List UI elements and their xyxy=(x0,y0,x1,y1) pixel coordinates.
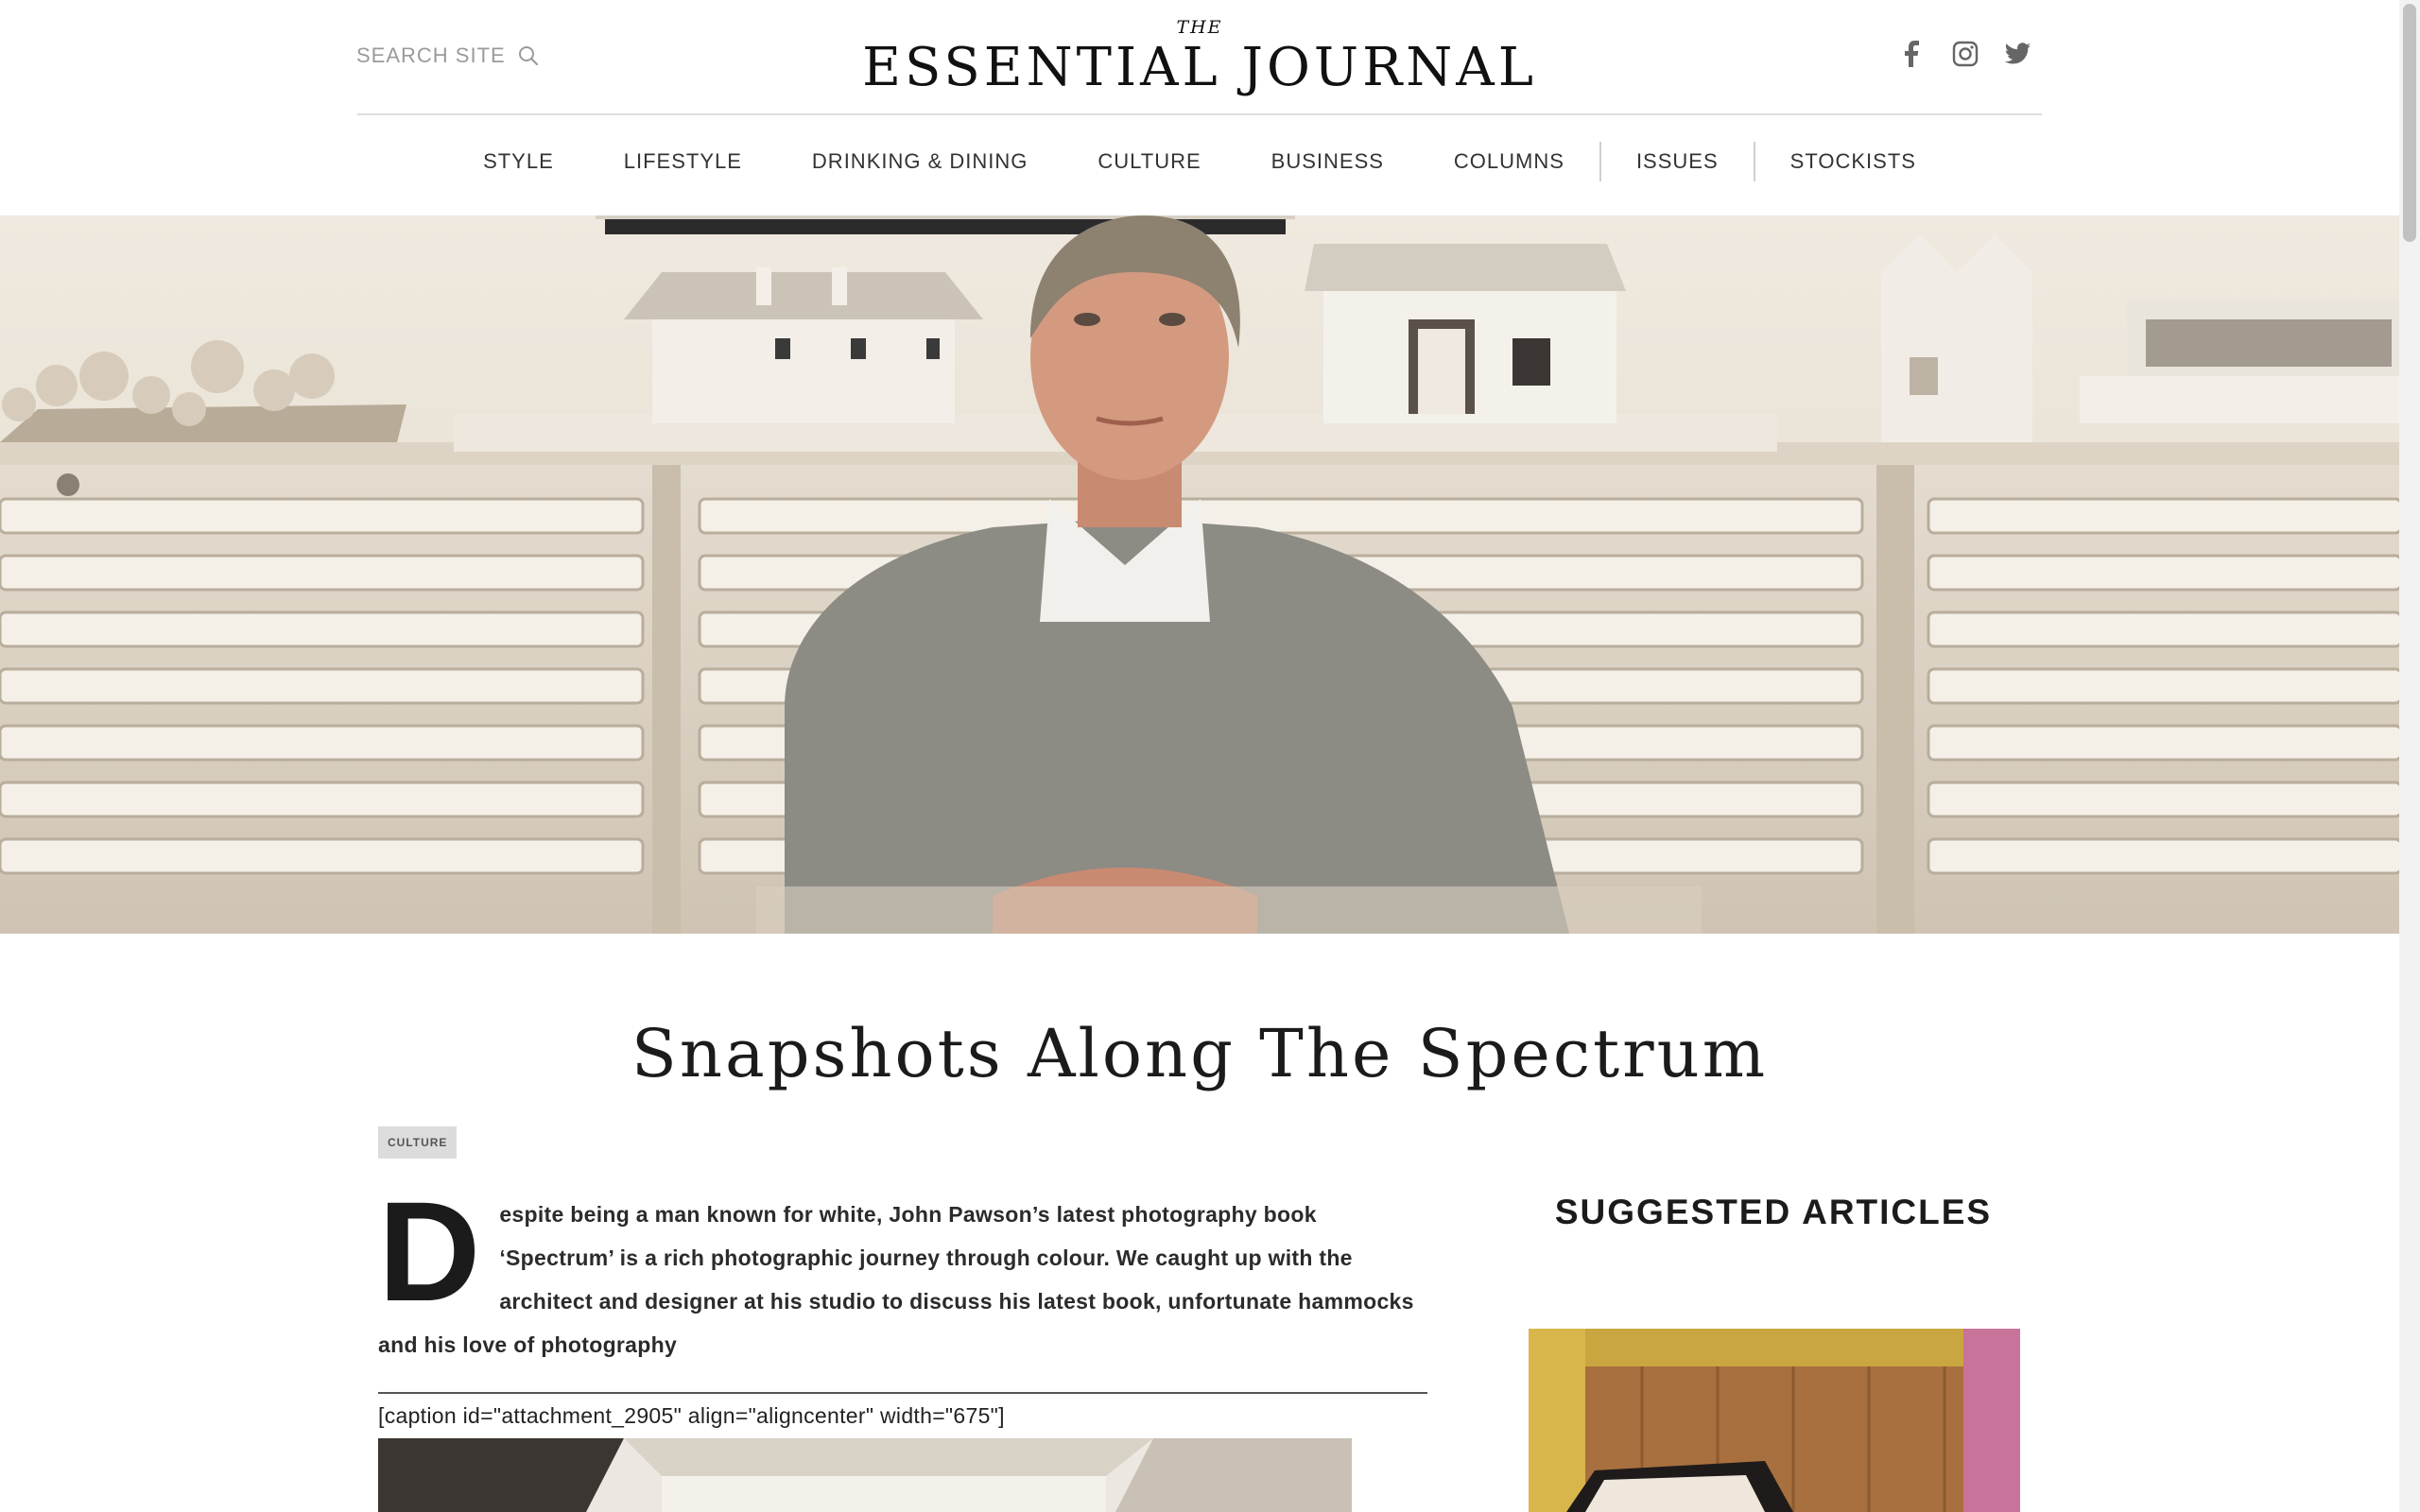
nav-item-business[interactable]: BUSINESS xyxy=(1236,149,1419,174)
main-nav: STYLE LIFESTYLE DRINKING & DINING CULTUR… xyxy=(0,142,2399,181)
article-image xyxy=(378,1438,1352,1512)
instagram-icon[interactable] xyxy=(1951,40,1979,68)
nav-item-lifestyle[interactable]: LIFESTYLE xyxy=(589,149,777,174)
suggested-articles-heading: SUGGESTED ARTICLES xyxy=(1554,1193,1993,1231)
nav-item-stockists[interactable]: STOCKISTS xyxy=(1755,149,1951,174)
logo-the[interactable]: THE xyxy=(0,17,2399,38)
suggested-article-image[interactable] xyxy=(1529,1329,2020,1512)
site-logo[interactable]: THE ESSENTIAL JOURNAL xyxy=(0,17,2399,98)
nav-item-columns[interactable]: COLUMNS xyxy=(1419,149,1599,174)
twitter-icon[interactable] xyxy=(2004,40,2032,68)
header-divider xyxy=(357,113,2042,115)
logo-title[interactable]: ESSENTIAL JOURNAL xyxy=(0,38,2399,98)
facebook-icon[interactable] xyxy=(1898,40,1927,68)
category-tag[interactable]: CULTURE xyxy=(378,1126,458,1159)
nav-item-style[interactable]: STYLE xyxy=(448,149,589,174)
article-intro: D espite being a man known for white, Jo… xyxy=(378,1172,1427,1366)
page-scrollbar[interactable] xyxy=(2399,0,2420,1512)
intro-text: espite being a man known for white, John… xyxy=(378,1202,1414,1357)
drop-cap: D xyxy=(378,1172,481,1331)
article-title: Snapshots Along The Spectrum xyxy=(631,1015,1769,1092)
site-header: SEARCH SITE THE ESSENTIAL JOURNAL STYLE … xyxy=(0,0,2399,215)
social-links xyxy=(1898,40,2032,68)
scrollbar-thumb[interactable] xyxy=(2403,4,2416,242)
nav-item-culture[interactable]: CULTURE xyxy=(1063,149,1236,174)
hero-image xyxy=(0,215,2399,934)
nav-item-drinking-dining[interactable]: DRINKING & DINING xyxy=(777,149,1063,174)
intro-divider xyxy=(378,1392,1427,1394)
caption-shortcode: [caption id="attachment_2905" align="ali… xyxy=(378,1403,1005,1428)
nav-item-issues[interactable]: ISSUES xyxy=(1601,149,1754,174)
